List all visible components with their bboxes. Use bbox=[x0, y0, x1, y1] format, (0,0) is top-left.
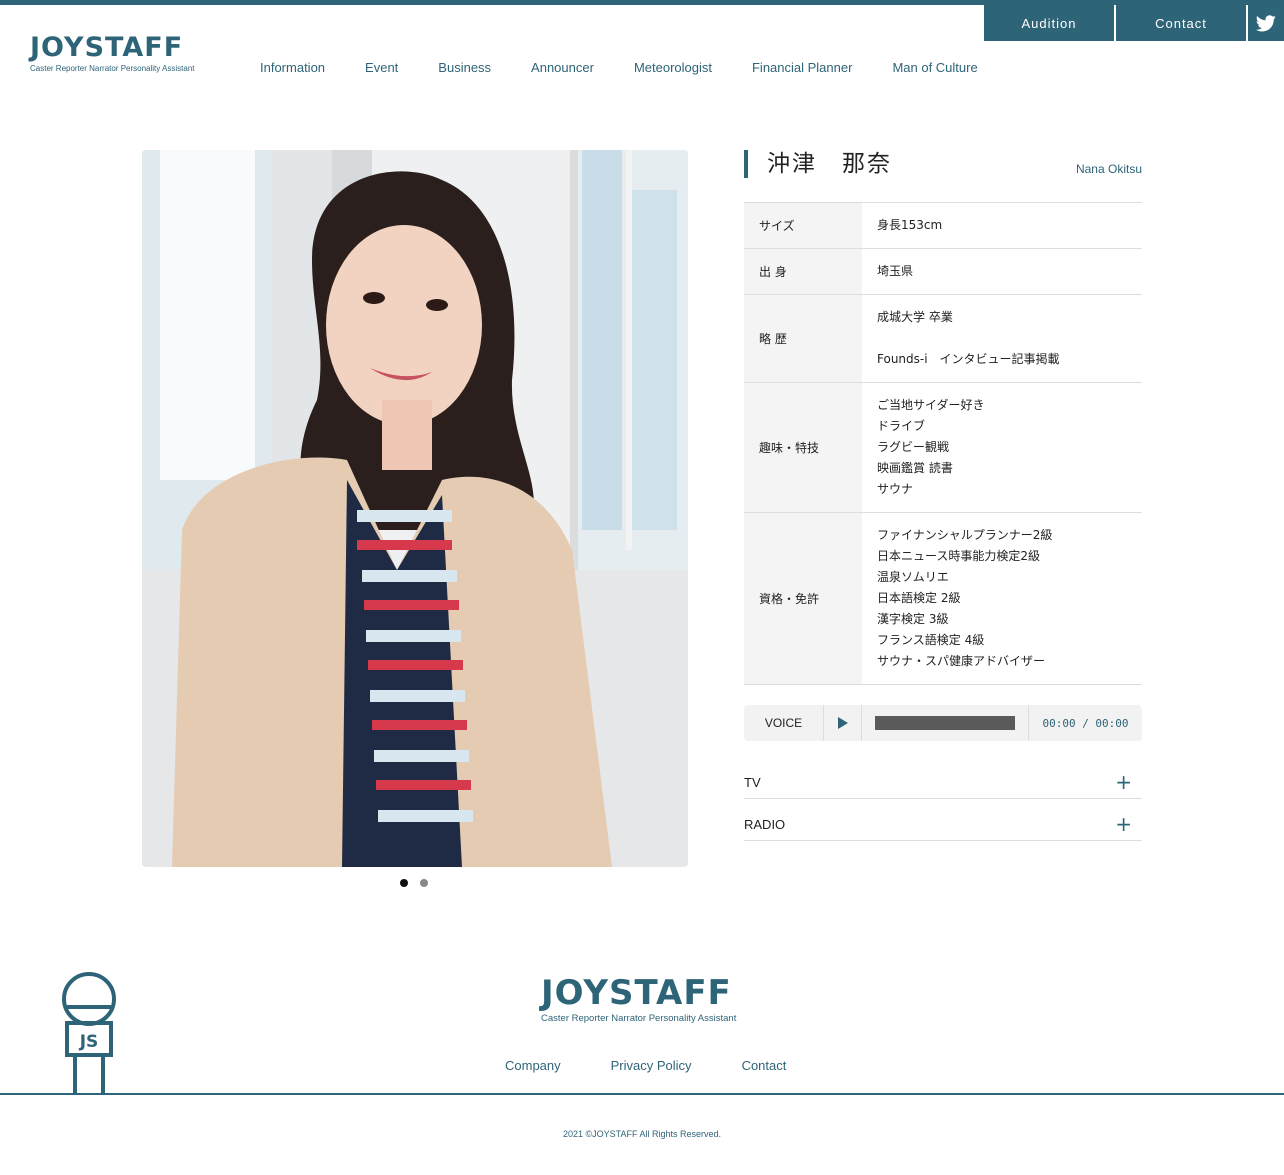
main-nav: Information Event Business Announcer Met… bbox=[260, 60, 1018, 75]
info-value: ご当地サイダー好き ドライブ ラグビー観戦 映画鑑賞 読書 サウナ bbox=[862, 383, 1142, 512]
accordion-tv[interactable]: TV + bbox=[744, 765, 1142, 799]
top-buttons: Audition Contact bbox=[982, 5, 1284, 41]
profile-photo[interactable] bbox=[142, 150, 688, 867]
header-logo[interactable]: JOYSTAFF Caster Reporter Narrator Person… bbox=[30, 32, 200, 74]
plus-icon: + bbox=[1115, 812, 1132, 836]
info-value-line: 埼玉県 bbox=[877, 264, 914, 278]
info-value-line: フランス語検定 4級 bbox=[877, 633, 985, 647]
gallery-dot-1[interactable] bbox=[400, 879, 408, 887]
nav-item-business[interactable]: Business bbox=[438, 60, 491, 75]
info-value-line: 温泉ソムリエ bbox=[877, 570, 949, 584]
info-key: 出 身 bbox=[744, 249, 862, 294]
footer-link-company[interactable]: Company bbox=[505, 1058, 561, 1073]
nav-item-event[interactable]: Event bbox=[365, 60, 398, 75]
microphone-icon: JS bbox=[62, 972, 116, 1094]
info-key: 略 歴 bbox=[744, 295, 862, 382]
talent-name-jp: 沖津 那奈 bbox=[767, 151, 892, 177]
accordion-label: TV bbox=[744, 775, 761, 790]
footer-logo-tagline: Caster Reporter Narrator Personality Ass… bbox=[541, 1013, 737, 1024]
info-value: 成城大学 卒業 Founds-i インタビュー記事掲載 bbox=[862, 295, 1142, 382]
info-value: ファイナンシャルプランナー2級 日本ニュース時事能力検定2級 温泉ソムリエ 日本… bbox=[862, 513, 1142, 684]
logo-wordmark: JOYSTAFF bbox=[30, 32, 184, 63]
accordion-label: RADIO bbox=[744, 817, 786, 832]
info-key: 資格・免許 bbox=[744, 513, 862, 684]
voice-player: VOICE 00:00 / 00:00 bbox=[744, 705, 1142, 741]
voice-label: VOICE bbox=[744, 705, 824, 741]
audition-button[interactable]: Audition bbox=[984, 5, 1114, 41]
info-value-line: 映画鑑賞 読書 bbox=[877, 461, 953, 475]
seek-bar[interactable] bbox=[875, 716, 1015, 730]
twitter-icon bbox=[1256, 14, 1276, 31]
gallery-dots bbox=[400, 879, 440, 887]
footer-link-contact[interactable]: Contact bbox=[742, 1058, 787, 1073]
info-row-hometown: 出 身 埼玉県 bbox=[744, 249, 1142, 295]
logo-tagline: Caster Reporter Narrator Personality Ass… bbox=[30, 64, 195, 73]
contact-button[interactable]: Contact bbox=[1116, 5, 1246, 41]
info-value-line: ご当地サイダー好き bbox=[877, 398, 985, 412]
info-value-line: 日本ニュース時事能力検定2級 bbox=[877, 549, 1041, 563]
name-header: 沖津 那奈 Nana Okitsu bbox=[744, 150, 1142, 178]
info-row-hobbies: 趣味・特技 ご当地サイダー好き ドライブ ラグビー観戦 映画鑑賞 読書 サウナ bbox=[744, 383, 1142, 513]
info-key: サイズ bbox=[744, 203, 862, 248]
info-value: 身長153cm bbox=[862, 203, 1142, 248]
footer-link-privacy-policy[interactable]: Privacy Policy bbox=[611, 1058, 692, 1073]
profile-photo-illustration bbox=[142, 150, 688, 867]
info-value-line: Founds-i インタビュー記事掲載 bbox=[877, 352, 1060, 366]
info-value: 埼玉県 bbox=[862, 249, 1142, 294]
info-value-line: ファイナンシャルプランナー2級 bbox=[877, 528, 1053, 542]
info-value-line: 成城大学 卒業 bbox=[877, 310, 953, 324]
footer-logo-wordmark: JOYSTAFF bbox=[541, 973, 732, 1013]
plus-icon: + bbox=[1115, 770, 1132, 794]
nav-item-man-of-culture[interactable]: Man of Culture bbox=[892, 60, 977, 75]
play-icon bbox=[837, 717, 848, 729]
accordion-radio[interactable]: RADIO + bbox=[744, 799, 1142, 841]
profile-info-table: サイズ 身長153cm 出 身 埼玉県 略 歴 成城大学 卒業 Founds-i… bbox=[744, 202, 1142, 685]
info-value-line: サウナ・スパ健康アドバイザー bbox=[877, 654, 1046, 668]
info-value-line: ドライブ bbox=[877, 419, 926, 433]
seek-bar-container bbox=[862, 705, 1029, 741]
media-accordion: TV + RADIO + bbox=[744, 765, 1142, 841]
nav-item-financial-planner[interactable]: Financial Planner bbox=[752, 60, 852, 75]
info-value-line bbox=[877, 328, 1142, 349]
microphone-mascot: JS bbox=[58, 972, 120, 1094]
talent-name-en: Nana Okitsu bbox=[1075, 162, 1142, 176]
info-row-career: 略 歴 成城大学 卒業 Founds-i インタビュー記事掲載 bbox=[744, 295, 1142, 383]
footer-divider bbox=[0, 1093, 1284, 1095]
gallery-dot-2[interactable] bbox=[420, 879, 428, 887]
footer-links: Company Privacy Policy Contact bbox=[505, 1058, 836, 1073]
nav-item-information[interactable]: Information bbox=[260, 60, 325, 75]
info-row-size: サイズ 身長153cm bbox=[744, 203, 1142, 249]
twitter-button[interactable] bbox=[1248, 5, 1284, 41]
voice-time: 00:00 / 00:00 bbox=[1042, 716, 1129, 730]
info-key: 趣味・特技 bbox=[744, 383, 862, 512]
info-value-line: 漢字検定 3級 bbox=[877, 612, 949, 626]
mic-badge-text: JS bbox=[79, 1032, 99, 1052]
footer-logo[interactable]: JOYSTAFF Caster Reporter Narrator Person… bbox=[541, 975, 746, 1024]
nav-item-meteorologist[interactable]: Meteorologist bbox=[634, 60, 712, 75]
profile-panel: 沖津 那奈 Nana Okitsu サイズ 身長153cm 出 身 埼玉県 略 … bbox=[744, 150, 1142, 841]
info-value-line: サウナ bbox=[877, 482, 914, 496]
nav-item-announcer[interactable]: Announcer bbox=[531, 60, 594, 75]
info-value-line: ラグビー観戦 bbox=[877, 440, 950, 454]
info-value-line: 日本語検定 2級 bbox=[877, 591, 961, 605]
info-value-line: 身長153cm bbox=[877, 218, 943, 232]
info-row-qualifications: 資格・免許 ファイナンシャルプランナー2級 日本ニュース時事能力検定2級 温泉ソ… bbox=[744, 513, 1142, 685]
copyright: 2021 ©JOYSTAFF All Rights Reserved. bbox=[562, 1129, 722, 1139]
play-button[interactable] bbox=[824, 705, 862, 741]
